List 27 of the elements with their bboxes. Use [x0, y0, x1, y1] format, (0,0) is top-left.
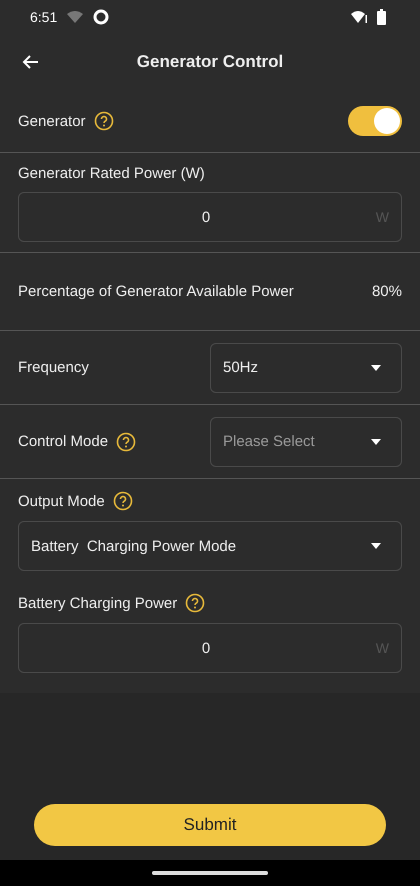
dropdown[interactable]: 50Hz — [210, 342, 402, 392]
setting-label: Battery Charging Power — [18, 594, 178, 612]
status-time: 6:51 — [30, 9, 58, 25]
setting-label: Output Mode — [18, 492, 105, 510]
setting-label: Frequency — [18, 359, 89, 376]
home-handle[interactable] — [152, 871, 268, 875]
help-icon[interactable] — [94, 111, 114, 131]
dropdown-caret-icon — [371, 543, 381, 549]
page-title: Generator Control — [136, 52, 284, 72]
help-icon[interactable] — [112, 491, 133, 511]
help-icon[interactable] — [185, 593, 206, 613]
battery-icon — [377, 9, 386, 25]
setting-label: Generator — [18, 112, 86, 130]
toggle-switch[interactable] — [348, 106, 402, 136]
dropdown-caret-icon — [371, 364, 381, 370]
dropdown-caret-icon — [371, 438, 381, 444]
wifi-icon — [67, 10, 84, 24]
help-icon[interactable] — [116, 432, 136, 452]
setting-value: 80% — [372, 283, 402, 300]
setting-label: Percentage of Generator Available Power — [18, 283, 294, 300]
submit-button[interactable]: Submit — [34, 804, 386, 846]
setting-label: Control Mode — [18, 433, 108, 450]
dropdown[interactable]: Please Select — [210, 416, 402, 466]
setting-label: Generator Rated Power (W) — [18, 165, 205, 182]
wifi-icon — [351, 10, 367, 24]
dropdown[interactable]: Battery Charging Power Mode — [18, 521, 402, 571]
back-arrow-icon[interactable] — [22, 53, 40, 71]
